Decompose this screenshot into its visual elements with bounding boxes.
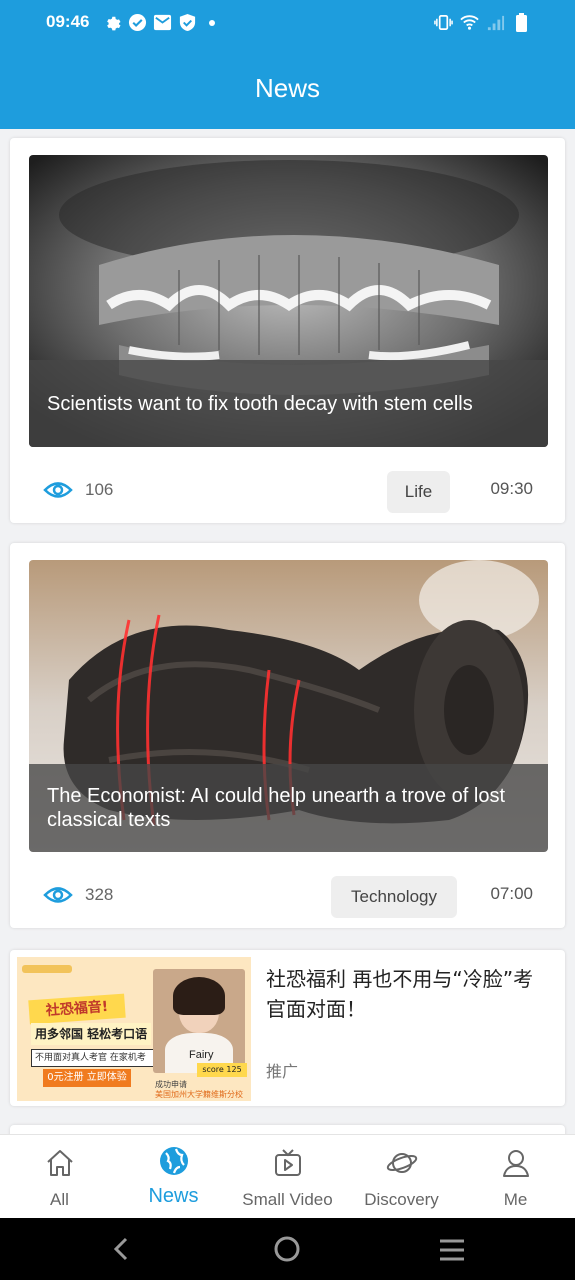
status-bar: 09:46 — [0, 0, 575, 48]
ad-card[interactable]: 社恐福音! 用多邻国 轻松考口语 不用面对真人考官 在家机考 0元注册 立即体验… — [10, 950, 565, 1106]
ad-person-name: Fairy — [189, 1049, 214, 1061]
mail-icon — [153, 13, 172, 32]
news-card[interactable]: Scientists want to fix tooth decay with … — [10, 138, 565, 523]
publish-time: 07:00 — [490, 884, 533, 903]
ad-headline-2: 用多邻国 轻松考口语 — [31, 1023, 151, 1045]
ad-line-3: 不用面对真人考官 在家机考 — [31, 1049, 155, 1067]
signal-icon — [486, 13, 505, 32]
eye-icon — [43, 884, 73, 910]
app-header: 09:46 News — [0, 0, 575, 129]
check-circle-icon — [128, 13, 147, 32]
category-tag[interactable]: Life — [387, 471, 450, 513]
page-title: News — [254, 73, 320, 103]
tab-news[interactable]: News — [116, 1135, 231, 1219]
settings-icon — [103, 13, 122, 32]
tab-small-video[interactable]: Small Video — [230, 1135, 345, 1219]
ad-score: score 125 — [197, 1063, 247, 1077]
tab-label: Small Video — [242, 1190, 333, 1209]
news-image[interactable]: The Economist: AI could help unearth a t… — [29, 560, 548, 852]
home-icon — [44, 1147, 76, 1179]
system-nav-bar — [0, 1218, 575, 1280]
ad-headline-1: 社恐福音! — [28, 993, 126, 1025]
tab-label: All — [50, 1190, 69, 1209]
tab-discovery[interactable]: Discovery — [344, 1135, 459, 1219]
tab-all[interactable]: All — [2, 1135, 117, 1219]
ad-logo — [22, 965, 72, 973]
tab-label: Me — [503, 1190, 528, 1209]
eye-icon — [43, 479, 73, 505]
ad-footer-2: 美国加州大学籍维斯分校 — [155, 1090, 243, 1099]
shield-check-icon — [178, 13, 197, 32]
tab-label: Discovery — [364, 1190, 439, 1209]
view-count: 106 — [85, 480, 114, 499]
ad-title[interactable]: 社恐福利 再也不用与“冷脸”考官面对面！ — [266, 964, 551, 1024]
news-meta: 106 Life 09:30 — [10, 469, 565, 513]
planet-icon — [386, 1147, 418, 1179]
ad-cta-button[interactable]: 0元注册 立即体验 — [43, 1069, 131, 1087]
menu-icon[interactable] — [438, 1237, 466, 1267]
ad-banner[interactable]: 社恐福音! 用多邻国 轻松考口语 不用面对真人考官 在家机考 0元注册 立即体验… — [17, 957, 251, 1101]
person-icon — [500, 1147, 532, 1179]
category-tag[interactable]: Technology — [331, 876, 457, 918]
news-feed[interactable]: Scientists want to fix tooth decay with … — [0, 129, 575, 1134]
tab-me[interactable]: Me — [458, 1135, 573, 1219]
tv-play-icon — [272, 1147, 304, 1179]
news-caption: The Economist: AI could help unearth a t… — [29, 764, 548, 852]
status-time: 09:46 — [46, 12, 90, 31]
notification-dot-icon — [209, 19, 215, 26]
globe-icon — [158, 1145, 190, 1177]
bottom-tab-bar: All News Small Video Discovery Me — [0, 1134, 575, 1218]
news-card[interactable]: The Economist: AI could help unearth a t… — [10, 543, 565, 928]
next-card-peek[interactable] — [10, 1125, 565, 1134]
news-image[interactable]: Scientists want to fix tooth decay with … — [29, 155, 548, 447]
wifi-icon — [460, 13, 479, 32]
home-circle-icon[interactable] — [273, 1235, 301, 1267]
view-count: 328 — [85, 885, 114, 904]
battery-icon — [512, 12, 531, 32]
ad-sponsor-label: 推广 — [266, 1062, 299, 1081]
back-icon[interactable] — [108, 1235, 136, 1267]
vibrate-icon — [434, 13, 453, 32]
publish-time: 09:30 — [490, 479, 533, 498]
news-caption: Scientists want to fix tooth decay with … — [29, 360, 548, 447]
news-meta: 328 Technology 07:00 — [10, 874, 565, 918]
tab-label: News — [148, 1185, 199, 1207]
